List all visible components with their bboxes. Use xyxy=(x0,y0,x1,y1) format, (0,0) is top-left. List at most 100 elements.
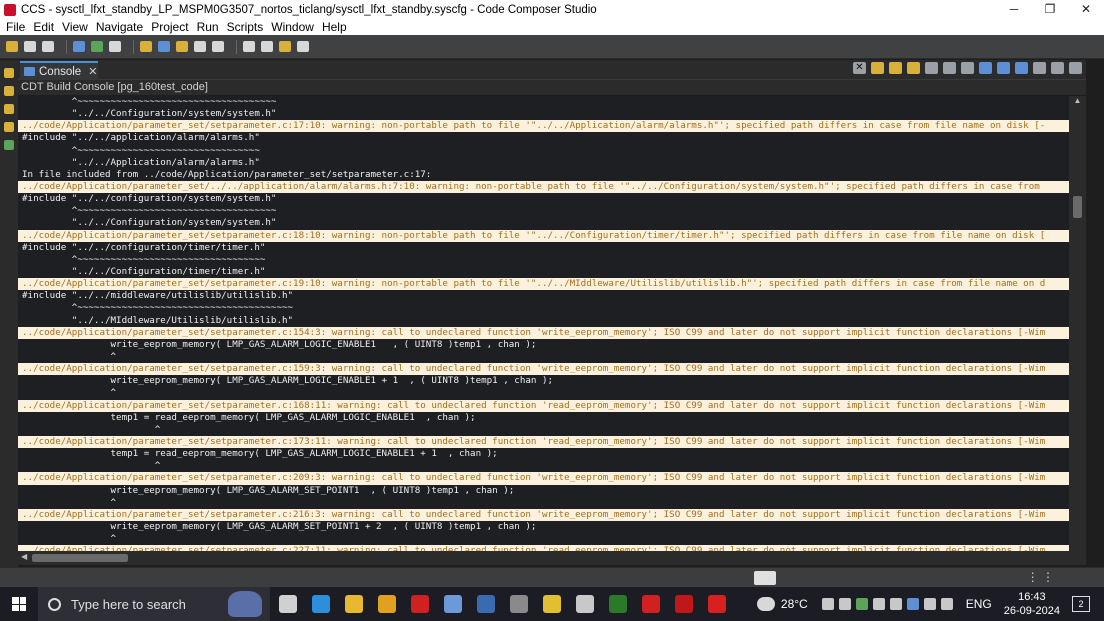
console-line: ^~~~~~~~~~~~~~~~~~~~~~~~~~~~~~~~~~~ xyxy=(22,253,266,265)
build-icon[interactable] xyxy=(73,41,85,52)
horizontal-scrollbar[interactable]: ◀ xyxy=(18,551,1086,565)
vertical-scrollbar[interactable]: ▲ xyxy=(1069,96,1086,551)
start-button[interactable] xyxy=(0,587,38,621)
nav-forward-icon[interactable] xyxy=(297,41,309,52)
open-type-icon[interactable] xyxy=(194,41,206,52)
taskbar-app[interactable] xyxy=(437,587,468,621)
network-icon[interactable] xyxy=(923,598,936,610)
windows-logo-icon xyxy=(12,597,26,611)
taskbar-app[interactable] xyxy=(503,587,534,621)
pencil-icon[interactable] xyxy=(176,41,188,52)
taskbar-app[interactable] xyxy=(569,587,600,621)
taskbar-app[interactable] xyxy=(272,587,303,621)
console-line: ^ xyxy=(22,350,117,362)
scrollbar-thumb[interactable] xyxy=(1073,196,1082,218)
flash-icon[interactable] xyxy=(109,41,121,52)
status-progress-icon[interactable] xyxy=(754,571,776,585)
taskbar-app[interactable] xyxy=(536,587,567,621)
scroll-left-icon[interactable]: ◀ xyxy=(21,552,27,561)
forward-icon[interactable] xyxy=(261,41,273,52)
display-console-icon[interactable] xyxy=(997,62,1010,74)
tray-app3-icon[interactable] xyxy=(906,598,919,610)
maximize-button[interactable]: ❐ xyxy=(1032,0,1068,19)
tray-app2-icon[interactable] xyxy=(872,598,885,610)
pin-console-icon[interactable] xyxy=(979,62,992,74)
main-toolbar xyxy=(0,35,1104,59)
next-error-icon[interactable] xyxy=(871,62,884,74)
close-icon[interactable]: ✕ xyxy=(88,65,97,78)
menu-run[interactable]: Run xyxy=(197,20,219,34)
taskbar-app[interactable] xyxy=(602,587,633,621)
taskbar-search[interactable]: Type here to search xyxy=(38,587,270,621)
ccs-app-icon xyxy=(4,3,16,16)
tasks-icon[interactable] xyxy=(4,122,14,132)
taskbar-app[interactable] xyxy=(305,587,336,621)
app-red-cube-icon xyxy=(410,595,429,613)
maximize-view-icon[interactable] xyxy=(1069,62,1082,74)
taskbar-app[interactable] xyxy=(338,587,369,621)
console-warning-line: ../code/Application/parameter_set/setpar… xyxy=(18,363,1086,376)
taskbar-app[interactable] xyxy=(404,587,435,621)
bulb-icon[interactable] xyxy=(4,86,14,96)
save-all-icon[interactable] xyxy=(42,41,54,52)
status-menu-icon[interactable]: ⋮ ⋮ xyxy=(1027,570,1054,584)
taskbar-app[interactable] xyxy=(701,587,732,621)
debug-icon[interactable] xyxy=(91,41,103,52)
console-line: ^ xyxy=(22,533,117,545)
tab-console[interactable]: Console ✕ xyxy=(20,61,98,80)
taskbar-app[interactable] xyxy=(635,587,666,621)
console-line: "../../Configuration/system/system.h" xyxy=(22,108,277,120)
notification-center-button[interactable]: 2 xyxy=(1072,596,1090,612)
console-line: temp1 = read_eeprom_memory( LMP_GAS_ALAR… xyxy=(22,411,476,423)
clock[interactable]: 16:43 26-09-2024 xyxy=(1004,590,1060,618)
windows-taskbar: Type here to search 28°C ENG 16:43 26-09… xyxy=(0,587,1104,621)
hammer-icon[interactable] xyxy=(140,41,152,52)
edge-icon xyxy=(311,595,330,613)
console-line: ^~~~~~~~~~~~~~~~~~~~~~~~~~~~~~~~~~ xyxy=(22,144,260,156)
volume-icon[interactable] xyxy=(940,598,953,610)
menu-edit[interactable]: Edit xyxy=(33,20,54,34)
menu-navigate[interactable]: Navigate xyxy=(96,20,143,34)
open-console-icon[interactable] xyxy=(1015,62,1028,74)
weather-widget[interactable]: 28°C xyxy=(756,597,808,611)
save-icon[interactable] xyxy=(24,41,36,52)
menu-window[interactable]: Window xyxy=(271,20,314,34)
menu-project[interactable]: Project xyxy=(151,20,188,34)
nav-back-icon[interactable] xyxy=(279,41,291,52)
word-wrap-icon[interactable] xyxy=(943,62,956,74)
view-menu-icon[interactable] xyxy=(1033,62,1046,74)
minimize-view-icon[interactable] xyxy=(1051,62,1064,74)
search-toolbar-icon[interactable] xyxy=(212,41,224,52)
copy-icon[interactable] xyxy=(961,62,974,74)
taskbar-app[interactable] xyxy=(668,587,699,621)
tray-excel-icon[interactable] xyxy=(855,598,868,610)
back-icon[interactable] xyxy=(243,41,255,52)
tray-app-icon[interactable] xyxy=(838,598,851,610)
problems-icon[interactable] xyxy=(4,140,14,150)
search-placeholder: Type here to search xyxy=(71,596,186,612)
refresh-icon[interactable] xyxy=(158,41,170,52)
close-button[interactable]: ✕ xyxy=(1068,0,1104,19)
chevron-up-icon[interactable] xyxy=(821,598,834,610)
cloud-icon[interactable] xyxy=(889,598,902,610)
outline-icon[interactable] xyxy=(4,104,14,114)
clear-console-icon[interactable]: ✕ xyxy=(853,62,866,74)
taskbar-app[interactable] xyxy=(371,587,402,621)
console-warning-line: ../code/Application/parameter_set/setpar… xyxy=(18,508,1086,521)
console-output[interactable]: ^~~~~~~~~~~~~~~~~~~~~~~~~~~~~~~~~~~~~ ".… xyxy=(18,96,1086,551)
project-explorer-icon[interactable] xyxy=(4,68,14,78)
language-indicator[interactable]: ENG xyxy=(966,597,992,611)
taskbar-app[interactable] xyxy=(470,587,501,621)
console-line: "../../Configuration/system/system.h" xyxy=(22,217,277,229)
scroll-lock-icon[interactable] xyxy=(925,62,938,74)
menu-scripts[interactable]: Scripts xyxy=(227,20,264,34)
menu-file[interactable]: File xyxy=(6,20,25,34)
new-icon[interactable] xyxy=(6,41,18,52)
link-icon[interactable] xyxy=(907,62,920,74)
scroll-up-icon[interactable]: ▲ xyxy=(1069,96,1086,106)
hscrollbar-thumb[interactable] xyxy=(32,554,128,562)
previous-error-icon[interactable] xyxy=(889,62,902,74)
minimize-button[interactable]: ─ xyxy=(996,0,1032,19)
menu-help[interactable]: Help xyxy=(322,20,347,34)
menu-view[interactable]: View xyxy=(62,20,88,34)
